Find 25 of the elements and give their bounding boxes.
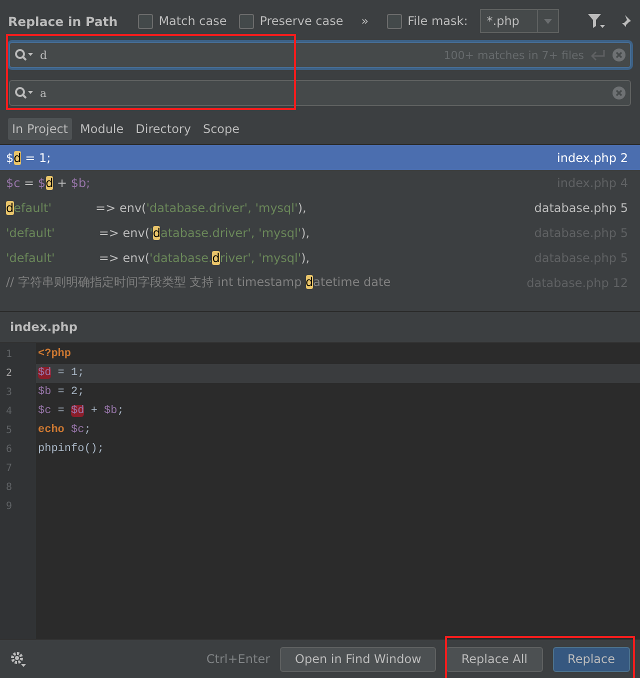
option-checkbox[interactable]: Preserve case [238, 14, 344, 28]
dialog-button[interactable]: Replace All [446, 646, 543, 672]
enter-icon [590, 49, 606, 61]
search-icon[interactable] [14, 48, 34, 62]
line-number: 2 [5, 367, 14, 381]
replace-field[interactable]: a [9, 80, 631, 106]
scope-tab[interactable]: Scope [198, 118, 244, 140]
window-title: Replace in Path [8, 14, 118, 28]
dialog-button[interactable]: Replace [552, 646, 630, 672]
result-row[interactable]: $d = 1; index.php 2 [0, 145, 640, 170]
preview-header: index.php [0, 311, 640, 343]
shortcut-hint: Ctrl+Enter [206, 652, 270, 666]
more-options-button[interactable]: » [361, 14, 369, 28]
dialog-button[interactable]: Open in Find Window [280, 646, 436, 672]
file-mask-checkbox[interactable]: File mask: [386, 14, 468, 28]
scope-tab[interactable]: Directory [132, 118, 195, 140]
scope-tab[interactable]: In Project [8, 118, 72, 140]
file-mask-dropdown[interactable]: *.php [480, 9, 560, 33]
settings-icon[interactable] [10, 651, 26, 667]
caret-icon [544, 18, 552, 24]
result-row[interactable]: default' => env('database.driver', 'mysql'), database.php 5 [0, 195, 640, 220]
search-icon[interactable] [14, 86, 34, 100]
scope-tab[interactable]: Module [76, 118, 128, 140]
option-checkbox[interactable]: Match case [138, 14, 227, 28]
filter-icon[interactable] [587, 13, 605, 29]
